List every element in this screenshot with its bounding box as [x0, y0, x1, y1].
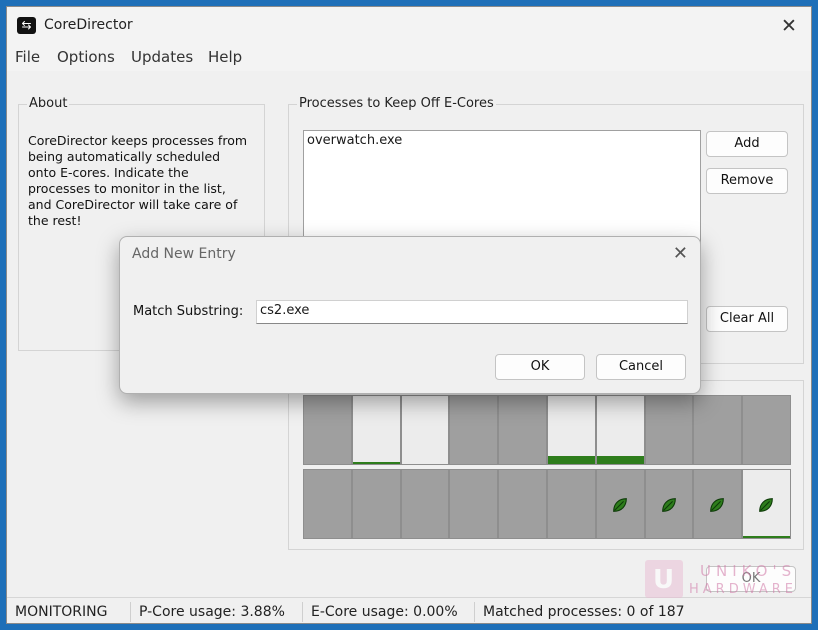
- p-core-usage-bar: [596, 456, 644, 464]
- p-core-tile: [693, 395, 743, 465]
- e-core-tile: [693, 469, 743, 539]
- match-substring-input[interactable]: cs2.exe: [256, 300, 688, 324]
- menu-file[interactable]: File: [15, 48, 40, 66]
- menu-updates[interactable]: Updates: [131, 48, 193, 66]
- menu-help[interactable]: Help: [208, 48, 242, 66]
- p-core-tile: [595, 395, 645, 465]
- processes-heading: Processes to Keep Off E-Cores: [297, 96, 496, 111]
- e-core-tile: [546, 469, 596, 539]
- core-monitor: [288, 380, 804, 550]
- e-core-usage-bar: [743, 536, 790, 538]
- p-core-tile: [351, 395, 401, 465]
- e-core-tile: [400, 469, 450, 539]
- e-core-tile: [498, 469, 547, 539]
- e-core-tile: [742, 469, 791, 539]
- e-core-tile: [595, 469, 645, 539]
- leaf-icon: [710, 498, 725, 512]
- status-matched-processes: Matched processes: 0 of 187: [483, 604, 685, 620]
- watermark-line1: UNIKO'S: [700, 562, 797, 580]
- match-substring-label: Match Substring:: [133, 304, 244, 319]
- p-core-tile: [449, 395, 499, 465]
- e-cores-row: [303, 469, 791, 539]
- e-core-tile: [644, 469, 694, 539]
- window-close-button[interactable]: ✕: [773, 11, 805, 41]
- p-core-tile: [742, 395, 791, 465]
- about-heading: About: [27, 96, 70, 111]
- clear-all-button[interactable]: Clear All: [706, 306, 788, 332]
- dialog-close-button[interactable]: ✕: [673, 243, 688, 264]
- p-core-tile: [644, 395, 694, 465]
- menu-options[interactable]: Options: [57, 48, 115, 66]
- status-mode: MONITORING: [7, 602, 131, 622]
- status-p-core-usage: P-Core usage: 3.88%: [131, 602, 303, 622]
- e-core-tile: [449, 469, 499, 539]
- window-title: CoreDirector: [44, 17, 133, 33]
- app-swap-icon: ⇆: [17, 17, 36, 34]
- p-core-usage-bar: [547, 456, 595, 464]
- p-core-tile: [546, 395, 596, 465]
- leaf-icon: [661, 498, 676, 512]
- watermark-logo: U UNIKO'S HARDWARE: [645, 560, 815, 602]
- p-core-usage-bar: [352, 462, 400, 464]
- e-core-tile: [303, 469, 352, 539]
- leaf-icon: [612, 498, 627, 512]
- p-cores-row: [303, 395, 791, 465]
- status-e-core-usage: E-Core usage: 0.00%: [303, 602, 475, 622]
- remove-button[interactable]: Remove: [706, 168, 788, 194]
- watermark-box: U: [645, 560, 683, 598]
- title-bar[interactable]: ⇆ CoreDirector ✕: [7, 7, 811, 45]
- dialog-cancel-button[interactable]: Cancel: [596, 354, 686, 380]
- about-text: CoreDirector keeps processes from being …: [28, 133, 248, 228]
- leaf-icon: [759, 498, 774, 512]
- menu-bar: File Options Updates Help: [7, 45, 811, 71]
- watermark-logo-letter: U: [653, 565, 675, 595]
- dialog-title: Add New Entry: [132, 246, 236, 262]
- p-core-tile: [400, 395, 450, 465]
- dialog-ok-button[interactable]: OK: [495, 354, 585, 380]
- e-core-tile: [351, 469, 401, 539]
- add-button[interactable]: Add: [706, 131, 788, 157]
- add-entry-dialog: Add New Entry ✕ Match Substring: cs2.exe…: [119, 236, 701, 394]
- watermark-line2: HARDWARE: [689, 582, 797, 597]
- list-item[interactable]: overwatch.exe: [304, 131, 700, 150]
- p-core-tile: [303, 395, 352, 465]
- p-core-tile: [498, 395, 547, 465]
